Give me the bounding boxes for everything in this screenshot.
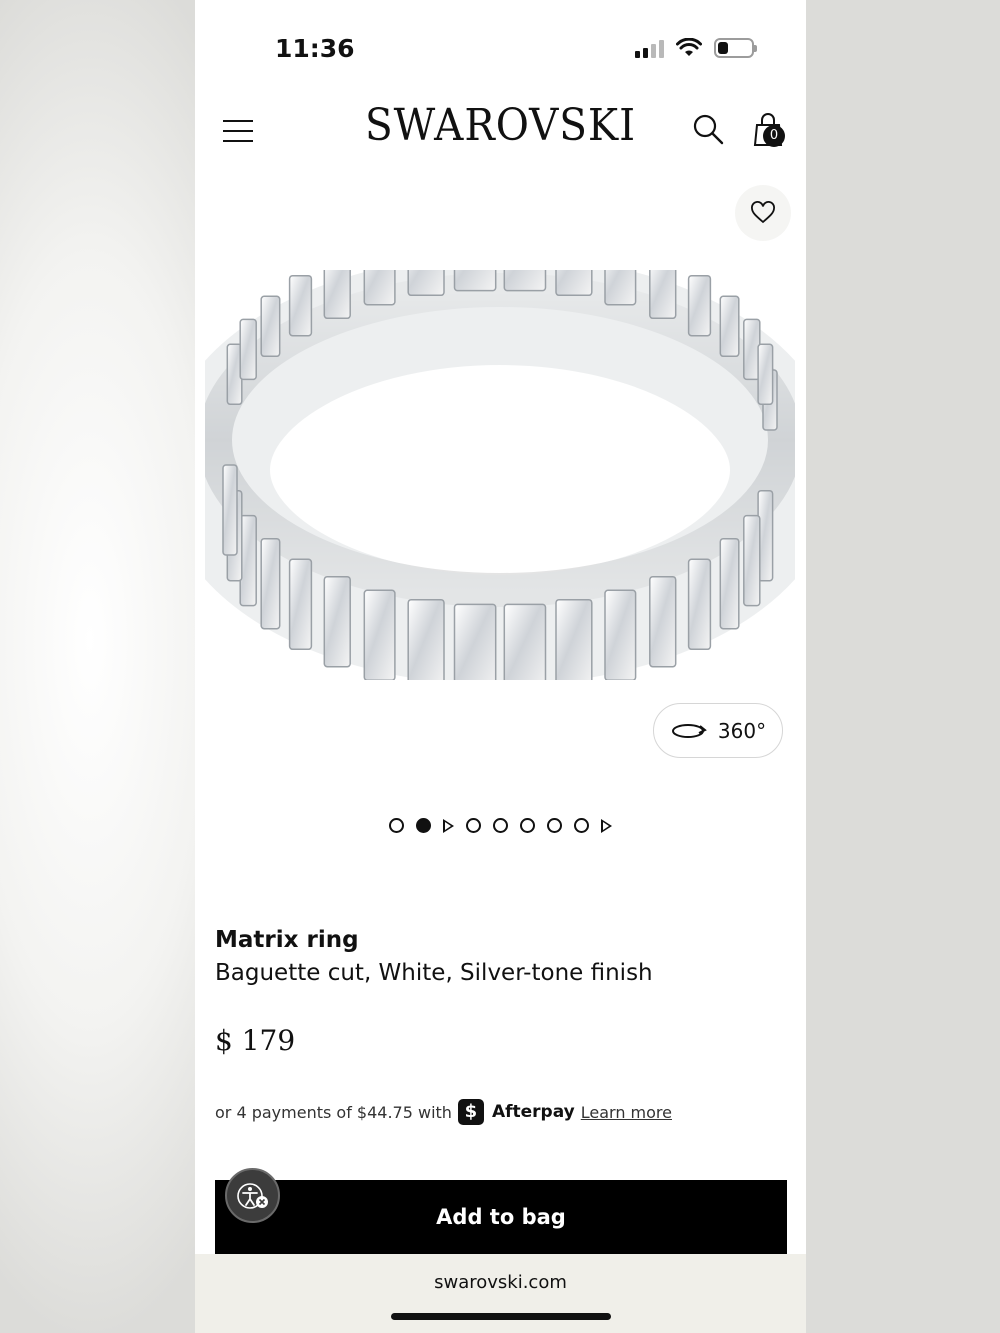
ring-stone — [323, 270, 351, 320]
ring-stone — [363, 589, 396, 680]
learn-more-link[interactable]: Learn more — [581, 1103, 672, 1122]
view-360-label: 360° — [717, 718, 767, 743]
ring-stone — [222, 464, 238, 556]
ring-stone — [649, 270, 677, 320]
ring-stone — [743, 514, 761, 607]
browser-url[interactable]: swarovski.com — [195, 1272, 806, 1293]
ring-stone — [604, 270, 637, 306]
video-play-icon[interactable] — [443, 818, 454, 833]
status-icons — [635, 38, 757, 58]
afterpay-row: or 4 payments of $44.75 with $ Afterpay … — [215, 1099, 672, 1125]
ring-stone — [555, 598, 593, 680]
afterpay-brand: Afterpay — [491, 1102, 575, 1122]
product-name: Matrix ring — [215, 927, 359, 953]
carousel-dot[interactable] — [520, 818, 535, 833]
ring-stone — [503, 270, 547, 292]
afterpay-logo-icon: $ — [457, 1099, 484, 1125]
add-to-bag-button[interactable]: Add to bag — [215, 1180, 787, 1254]
carousel-dot[interactable] — [574, 818, 589, 833]
ring-stone — [407, 598, 445, 680]
ring-stone — [260, 295, 281, 358]
rotate-360-icon — [671, 723, 707, 738]
ring-stone — [407, 270, 445, 297]
heart-icon — [751, 201, 775, 224]
carousel-dot[interactable] — [466, 818, 481, 833]
carousel-dot[interactable] — [547, 818, 562, 833]
accessibility-icon — [236, 1182, 268, 1209]
ring-stone — [453, 603, 497, 680]
ring-stone — [503, 603, 547, 680]
ring-stone — [719, 295, 740, 358]
afterpay-text: or 4 payments of $44.75 with — [215, 1102, 452, 1122]
ring-stone — [555, 270, 593, 297]
video-play-icon[interactable] — [601, 818, 612, 833]
ring-stone — [687, 558, 712, 651]
home-indicator — [391, 1313, 611, 1320]
product-subtitle: Baguette cut, White, Silver-tone finish — [215, 960, 653, 986]
browser-address-bar[interactable]: swarovski.com — [195, 1254, 806, 1333]
search-icon[interactable] — [692, 113, 724, 145]
ring-stone — [719, 537, 740, 630]
wishlist-button[interactable] — [735, 185, 791, 241]
ring-stone — [239, 318, 257, 381]
accessibility-widget-button[interactable] — [225, 1168, 280, 1223]
battery-icon — [714, 38, 757, 58]
ring-stone — [687, 274, 712, 337]
ring-stone — [239, 514, 257, 607]
product-image-ring — [205, 270, 795, 680]
status-time: 11:36 — [275, 34, 355, 63]
ring-stone — [453, 270, 497, 292]
ring-stone — [288, 274, 313, 337]
bag-count-badge: 0 — [763, 125, 785, 147]
ring-stone — [604, 589, 637, 680]
wifi-icon — [676, 38, 702, 56]
product-price: $ 179 — [215, 1024, 296, 1057]
view-360-button[interactable]: 360° — [653, 703, 783, 758]
image-carousel-pager — [195, 818, 806, 833]
ring-stone — [757, 343, 774, 406]
carousel-dot[interactable] — [389, 818, 404, 833]
ring-stone — [288, 558, 313, 651]
ring-stone — [260, 537, 281, 630]
ring-stone — [323, 575, 351, 668]
ring-stone — [363, 270, 396, 306]
ring-stone — [649, 575, 677, 668]
signal-icon — [635, 38, 664, 58]
phone-screen: 11:36 SWAROVSKI 0 360° Matrix ring Bague… — [195, 0, 806, 1333]
carousel-dot[interactable] — [493, 818, 508, 833]
carousel-dot-active[interactable] — [416, 818, 431, 833]
